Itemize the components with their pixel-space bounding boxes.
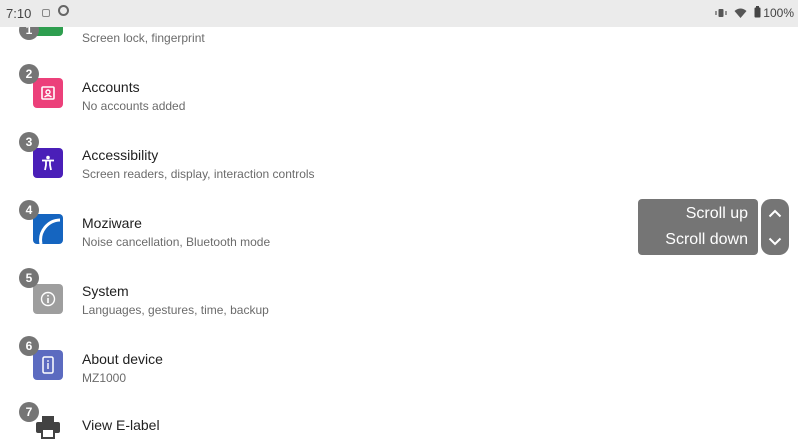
sync-icon [58,5,69,16]
accessibility-icon [33,148,63,178]
item-number-badge: 6 [19,336,39,356]
item-number-badge: 7 [19,402,39,422]
item-number-badge: 2 [19,64,39,84]
settings-item-subtitle: Noise cancellation, Bluetooth mode [82,235,271,249]
settings-item-system[interactable]: 5 System Languages, gestures, time, back… [0,264,798,332]
settings-item-subtitle: Languages, gestures, time, backup [82,303,269,317]
status-bar: 7:10 100% [0,0,798,27]
settings-item-about-device[interactable]: 6 About device MZ1000 [0,332,798,400]
notification-icon [42,9,50,17]
status-right-icons: 100% [715,6,794,21]
scroll-arrows [761,199,789,255]
scroll-down-label[interactable]: Scroll down [665,231,748,249]
battery-icon [754,6,761,21]
settings-item-subtitle: Screen lock, fingerprint [82,31,205,45]
scroll-up-button[interactable] [761,199,789,227]
vibrate-icon [715,7,727,21]
status-time: 7:10 [6,6,32,21]
item-number-badge: 5 [19,268,39,288]
chevron-up-icon [768,209,782,217]
settings-item-view-e-label[interactable]: 7 View E-label [0,400,798,439]
settings-item-title: View E-label [82,417,160,433]
item-number-badge: 4 [19,200,39,220]
settings-item-title: About device [82,351,163,367]
settings-item-accessibility[interactable]: 3 Accessibility Screen readers, display,… [0,128,798,196]
scroll-labels-panel: Scroll up Scroll down [638,199,758,255]
wifi-icon [734,7,747,21]
settings-item-title: System [82,283,129,299]
settings-item-subtitle: Screen readers, display, interaction con… [82,167,315,181]
settings-item-title: Accounts [82,79,140,95]
device-info-icon [33,350,63,380]
moziware-icon [33,214,63,244]
settings-item-title: Accessibility [82,147,159,163]
scroll-down-button[interactable] [761,227,789,255]
account-box-icon [33,78,63,108]
settings-item-title: Moziware [82,215,142,231]
settings-item-accounts[interactable]: 2 Accounts No accounts added [0,60,798,128]
scroll-up-label[interactable]: Scroll up [686,205,748,223]
settings-item-subtitle: No accounts added [82,99,186,113]
settings-item-subtitle: MZ1000 [82,371,127,385]
chevron-down-icon [768,237,782,245]
info-icon [33,284,63,314]
item-number-badge: 3 [19,132,39,152]
battery-percentage: 100% [763,6,794,20]
